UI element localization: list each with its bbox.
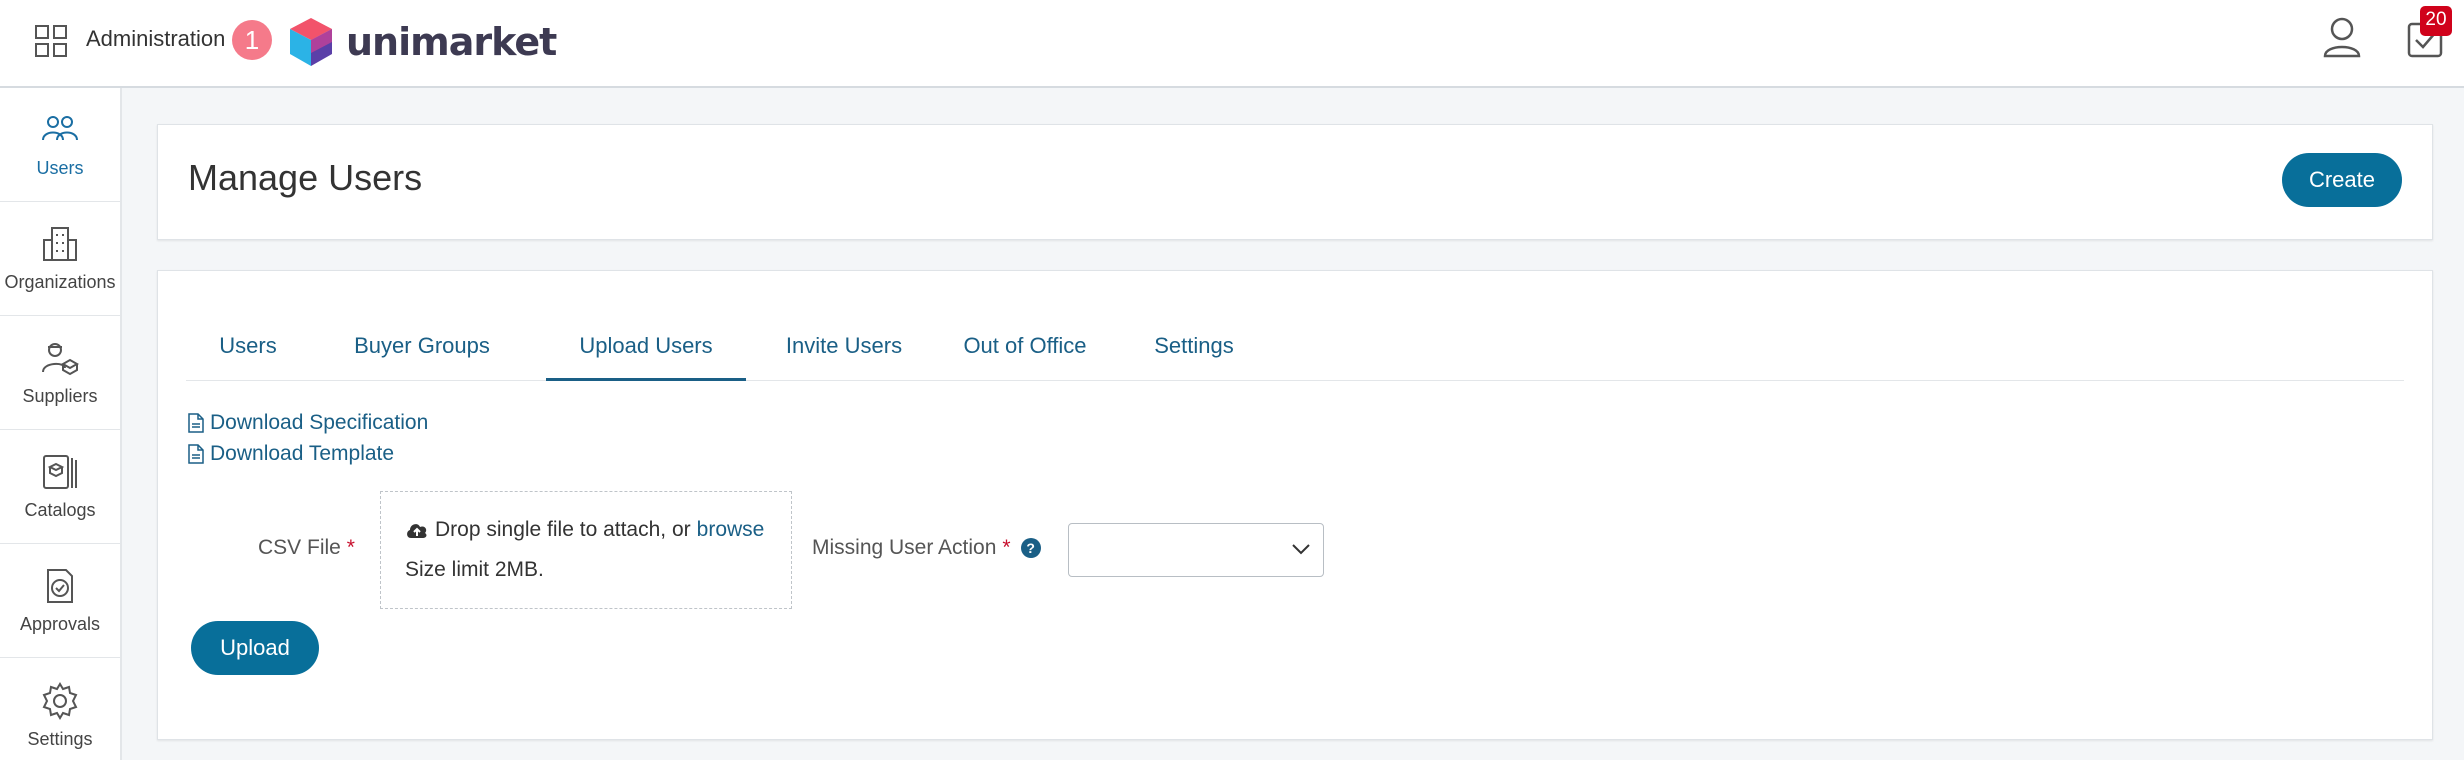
required-mark: * xyxy=(346,536,355,559)
page-header-panel: Manage Users Create xyxy=(157,124,2433,240)
help-icon[interactable]: ? xyxy=(1020,538,1041,558)
tab-buyer-groups[interactable]: Buyer Groups xyxy=(332,331,512,381)
download-template-link[interactable]: Download Template xyxy=(188,442,394,466)
users-icon xyxy=(42,116,78,141)
sidebar: Users Organizations Suppliers Catalogs A… xyxy=(0,88,122,760)
unimarket-logo-icon xyxy=(290,18,332,66)
dropzone-text: Drop single file to attach, or xyxy=(435,518,691,541)
sidebar-item-catalogs[interactable]: Catalogs xyxy=(0,430,120,544)
tab-invite-users[interactable]: Invite Users xyxy=(768,331,920,381)
missing-user-action-label-text: Missing User Action xyxy=(812,536,997,559)
missing-user-action-label: Missing User Action * ? xyxy=(812,536,1041,560)
notification-badge: 20 xyxy=(2420,6,2452,36)
supplier-icon xyxy=(42,343,80,376)
gear-icon xyxy=(42,681,78,720)
sidebar-item-label: Suppliers xyxy=(22,386,98,406)
file-icon xyxy=(188,444,204,464)
upload-button[interactable]: Upload xyxy=(191,621,319,675)
download-specification-label: Download Specification xyxy=(210,411,429,434)
tab-out-of-office[interactable]: Out of Office xyxy=(940,331,1110,381)
sidebar-item-label: Catalogs xyxy=(24,500,96,520)
sidebar-item-organizations[interactable]: Organizations xyxy=(0,202,120,316)
tab-users[interactable]: Users xyxy=(186,331,310,381)
dropzone-instructions: Drop single file to attach, or browse xyxy=(405,518,764,542)
upload-users-panel: Users Buyer Groups Upload Users Invite U… xyxy=(157,270,2433,740)
sidebar-item-label: Approvals xyxy=(19,614,101,634)
catalog-icon xyxy=(43,455,77,489)
chevron-down-icon xyxy=(1292,544,1310,555)
csv-file-label-text: CSV File xyxy=(258,536,341,559)
sidebar-item-approvals[interactable]: Approvals xyxy=(0,544,120,658)
top-header: Administration unimarket 20 xyxy=(0,0,2464,88)
csv-file-label: CSV File * xyxy=(258,536,355,560)
sidebar-item-settings[interactable]: Settings xyxy=(0,658,120,760)
cloud-upload-icon xyxy=(407,524,427,538)
page-title: Manage Users xyxy=(188,157,423,198)
missing-user-action-select[interactable] xyxy=(1068,523,1324,577)
file-icon xyxy=(188,413,204,433)
tab-settings[interactable]: Settings xyxy=(1126,331,1262,381)
app-grid-icon[interactable] xyxy=(34,24,68,58)
administration-label: Administration xyxy=(86,26,226,51)
sidebar-item-users[interactable]: Users xyxy=(0,88,120,202)
user-profile-icon[interactable] xyxy=(2322,16,2362,58)
approval-icon xyxy=(47,569,73,603)
file-dropzone[interactable]: Drop single file to attach, or browse Si… xyxy=(380,491,792,609)
browse-link[interactable]: browse xyxy=(697,518,765,542)
download-template-label: Download Template xyxy=(210,442,395,465)
size-limit-text: Size limit 2MB. xyxy=(405,558,544,581)
unimarket-logo[interactable]: unimarket xyxy=(288,16,557,68)
tab-bar: Users Buyer Groups Upload Users Invite U… xyxy=(186,331,2404,381)
annotation-marker-1: 1 xyxy=(232,20,272,60)
sidebar-item-label: Settings xyxy=(27,728,93,749)
building-icon xyxy=(43,227,77,261)
logo-text: unimarket xyxy=(346,20,557,64)
download-specification-link[interactable]: Download Specification xyxy=(188,411,428,435)
required-mark: * xyxy=(1002,536,1011,559)
create-button[interactable]: Create xyxy=(2282,153,2402,207)
sidebar-item-label: Users xyxy=(36,158,84,178)
sidebar-item-suppliers[interactable]: Suppliers xyxy=(0,316,120,430)
tab-upload-users[interactable]: Upload Users xyxy=(546,331,746,381)
sidebar-item-label: Organizations xyxy=(4,272,116,292)
